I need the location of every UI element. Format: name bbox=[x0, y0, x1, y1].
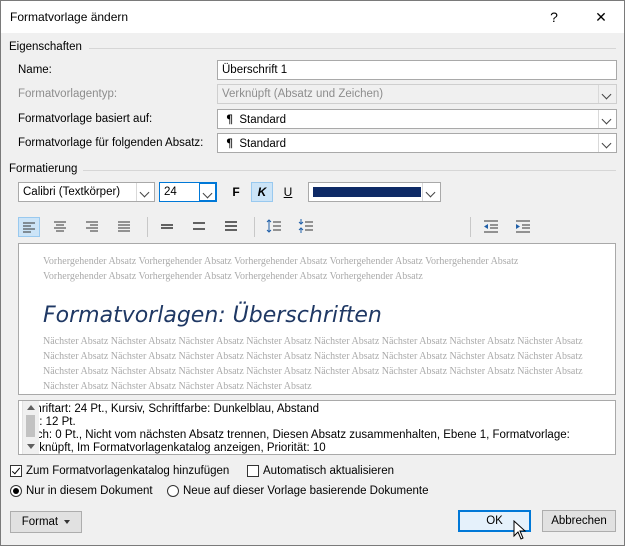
auto-update-checkbox[interactable] bbox=[247, 465, 259, 477]
based-on-select[interactable]: ¶ Standard bbox=[217, 109, 617, 129]
chevron-down-icon[interactable] bbox=[422, 183, 440, 201]
underline-button[interactable]: U bbox=[277, 182, 299, 202]
caret-down-icon bbox=[64, 519, 71, 524]
toolbar-separator bbox=[254, 217, 255, 237]
next-style-value: Standard bbox=[239, 138, 287, 150]
chevron-down-icon[interactable] bbox=[199, 183, 216, 201]
next-style-select[interactable]: ¶ Standard bbox=[217, 133, 617, 153]
cancel-button[interactable]: Abbrechen bbox=[542, 510, 616, 532]
help-button[interactable]: ? bbox=[534, 3, 574, 31]
font-select[interactable]: Calibri (Textkörper) bbox=[18, 182, 155, 202]
bold-button[interactable]: F bbox=[225, 182, 247, 202]
increase-space-before-icon[interactable] bbox=[264, 217, 286, 237]
preview-previous-paragraph: Vorhergehender Absatz Vorhergehender Abs… bbox=[43, 256, 519, 282]
decrease-indent-icon[interactable] bbox=[481, 217, 503, 237]
decrease-space-before-icon[interactable] bbox=[296, 217, 318, 237]
dialog-window: Formatvorlage ändern ? ✕ Eigenschaften N… bbox=[0, 0, 625, 546]
format-menu-button[interactable]: Format bbox=[10, 511, 82, 533]
double-spacing-icon[interactable] bbox=[221, 217, 243, 237]
description-line: Nach: 0 Pt., Nicht vom nächsten Absatz t… bbox=[22, 429, 570, 441]
justify-icon[interactable] bbox=[114, 217, 136, 237]
auto-update-label[interactable]: Automatisch aktualisieren bbox=[263, 465, 394, 477]
align-center-icon[interactable] bbox=[50, 217, 72, 237]
only-this-document-radio[interactable] bbox=[10, 485, 22, 497]
next-style-label: Formatvorlage für folgenden Absatz: bbox=[18, 137, 204, 149]
chevron-down-icon[interactable] bbox=[598, 134, 616, 152]
font-size-value: 24 bbox=[164, 186, 177, 198]
font-color-swatch bbox=[313, 187, 421, 197]
style-type-label: Formatvorlagentyp: bbox=[18, 88, 118, 100]
style-description: Schriftart: 24 Pt., Kursiv, Schriftfarbe… bbox=[18, 400, 616, 455]
description-line: Verknüpft, Im Formatvorlagenkatalog anze… bbox=[22, 442, 326, 454]
preview-heading: Formatvorlagen: Überschriften bbox=[43, 303, 382, 328]
scroll-down-icon[interactable] bbox=[27, 444, 35, 449]
italic-button[interactable]: K bbox=[251, 182, 273, 202]
description-scrollbar[interactable] bbox=[22, 401, 39, 454]
formatting-section-label: Formatierung bbox=[9, 163, 78, 175]
title-bar: Formatvorlage ändern ? ✕ bbox=[1, 1, 624, 33]
single-spacing-icon[interactable] bbox=[157, 217, 179, 237]
new-documents-label[interactable]: Neue auf dieser Vorlage basierende Dokum… bbox=[183, 485, 429, 497]
add-to-gallery-label[interactable]: Zum Formatvorlagenkatalog hinzufügen bbox=[26, 465, 229, 477]
dialog-title: Formatvorlage ändern bbox=[10, 10, 129, 24]
toolbar-separator bbox=[470, 217, 471, 237]
font-color-select[interactable] bbox=[308, 182, 441, 202]
style-type-value: Verknüpft (Absatz und Zeichen) bbox=[222, 88, 384, 100]
pilcrow-icon: ¶ bbox=[226, 112, 234, 126]
style-preview: Vorhergehender Absatz Vorhergehender Abs… bbox=[18, 243, 616, 395]
chevron-down-icon[interactable] bbox=[598, 110, 616, 128]
name-input[interactable]: Überschrift 1 bbox=[217, 60, 617, 80]
close-button[interactable]: ✕ bbox=[581, 3, 621, 31]
chevron-down-icon[interactable] bbox=[136, 183, 154, 201]
align-left-icon[interactable] bbox=[18, 217, 40, 237]
name-label: Name: bbox=[18, 64, 52, 76]
font-size-select[interactable]: 24 bbox=[159, 182, 217, 202]
scroll-up-icon[interactable] bbox=[27, 405, 35, 410]
based-on-label: Formatvorlage basiert auf: bbox=[18, 113, 153, 125]
style-type-select: Verknüpft (Absatz und Zeichen) bbox=[217, 84, 617, 104]
properties-separator bbox=[89, 48, 616, 49]
description-line: Schriftart: 24 Pt., Kursiv, Schriftfarbe… bbox=[22, 403, 320, 415]
increase-indent-icon[interactable] bbox=[513, 217, 535, 237]
formatting-separator bbox=[83, 170, 616, 171]
mouse-cursor-icon bbox=[513, 520, 527, 540]
chevron-down-icon bbox=[598, 85, 616, 103]
scroll-thumb[interactable] bbox=[26, 415, 35, 437]
one-half-spacing-icon[interactable] bbox=[189, 217, 211, 237]
preview-next-paragraph: Nächster Absatz Nächster Absatz Nächster… bbox=[43, 336, 583, 392]
new-documents-radio[interactable] bbox=[167, 485, 179, 497]
only-this-document-label[interactable]: Nur in diesem Dokument bbox=[26, 485, 153, 497]
align-right-icon[interactable] bbox=[82, 217, 104, 237]
properties-section-label: Eigenschaften bbox=[9, 41, 82, 53]
add-to-gallery-checkbox[interactable] bbox=[10, 465, 22, 477]
pilcrow-icon: ¶ bbox=[226, 136, 234, 150]
based-on-value: Standard bbox=[239, 114, 287, 126]
toolbar-separator bbox=[147, 217, 148, 237]
format-button-label: Format bbox=[21, 516, 59, 528]
font-value: Calibri (Textkörper) bbox=[23, 186, 121, 198]
